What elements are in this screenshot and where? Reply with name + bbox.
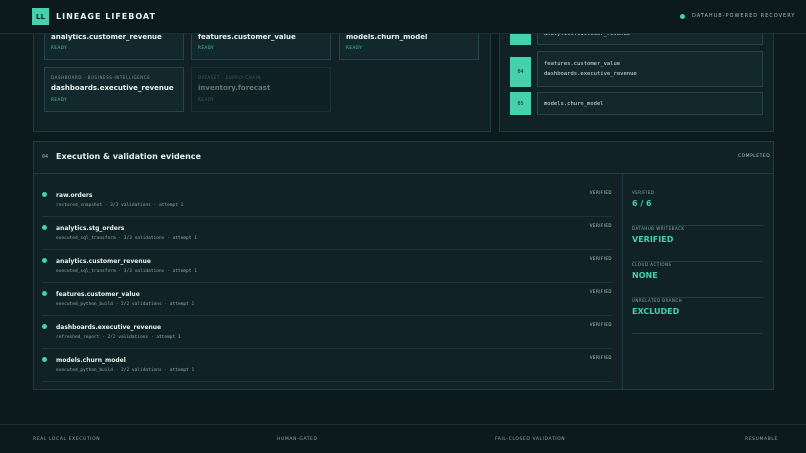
evidence-row[interactable]: analytics.customer_revenue executed_sql_… [42, 250, 612, 283]
asset-meta: DASHBOARD · BUSINESS-INTELLIGENCE [51, 75, 151, 80]
asset-card[interactable]: DASHBOARD · BUSINESS-INTELLIGENCE dashbo… [44, 67, 184, 112]
footer-item: REAL LOCAL EXECUTION [33, 437, 101, 442]
summary-label: VERIFIED [632, 190, 655, 195]
evidence-row[interactable]: dashboards.executive_revenue refreshed_r… [42, 316, 612, 349]
app-logo: LL [32, 8, 49, 25]
summary-label: CLOUD ACTIONS [632, 262, 672, 267]
step-number: 04 [510, 57, 531, 87]
status-indicator-icon [680, 14, 685, 19]
evidence-asset-name: analytics.customer_revenue [56, 258, 151, 265]
header-status: DATAHUB-POWERED RECOVERY [692, 13, 796, 19]
evidence-status: VERIFIED [589, 322, 612, 327]
evidence-asset-name: features.customer_value [56, 291, 140, 298]
step-line: dashboards.executive_revenue [544, 71, 637, 77]
summary-value: NONE [632, 271, 658, 280]
asset-status: READY [51, 45, 68, 50]
step-box: features.customer_value dashboards.execu… [537, 51, 763, 87]
step-number: 05 [510, 92, 531, 115]
summary-value: VERIFIED [632, 235, 674, 244]
summary-cloud-actions: CLOUD ACTIONS NONE [632, 262, 763, 298]
evidence-detail: executed_sql_transform · 3/3 validations… [56, 236, 197, 241]
asset-status: READY [51, 97, 68, 102]
app-title: LINEAGE LIFEBOAT [56, 12, 156, 21]
evidence-status: VERIFIED [589, 289, 612, 294]
summary-verified: VERIFIED 6 / 6 [632, 190, 763, 226]
step-line: features.customer_value [544, 61, 621, 67]
evidence-status: VERIFIED [589, 190, 612, 195]
evidence-detail: refreshed_report · 2/2 validations · att… [56, 335, 181, 340]
summary-value: 6 / 6 [632, 199, 652, 208]
top-bar: LL LINEAGE LIFEBOAT DATAHUB-POWERED RECO… [0, 0, 806, 34]
evidence-asset-name: analytics.stg_orders [56, 225, 125, 232]
status-dot-icon [42, 324, 47, 329]
evidence-status: VERIFIED [589, 355, 612, 360]
evidence-row[interactable]: analytics.stg_orders executed_sql_transf… [42, 217, 612, 250]
evidence-row[interactable]: models.churn_model executed_python_build… [42, 349, 612, 382]
evidence-detail: executed_sql_transform · 3/3 validations… [56, 269, 197, 274]
evidence-asset-name: models.churn_model [56, 357, 126, 364]
asset-name: dashboards.executive_revenue [51, 84, 174, 92]
asset-card-unrelated[interactable]: DATASET · SUPPLY-CHAIN inventory.forecas… [191, 67, 331, 112]
section-status-badge: COMPLETED [738, 154, 771, 159]
asset-status: READY [346, 45, 363, 50]
asset-name: analytics.customer_revenue [51, 33, 162, 41]
step-line: models.churn_model [544, 101, 604, 107]
status-dot-icon [42, 357, 47, 362]
evidence-detail: restored_snapshot · 3/3 validations · at… [56, 203, 184, 208]
summary-writeback: DATAHUB WRITEBACK VERIFIED [632, 226, 763, 262]
evidence-asset-name: dashboards.executive_revenue [56, 324, 162, 331]
asset-name: features.customer_value [198, 33, 296, 41]
status-dot-icon [42, 258, 47, 263]
section-number: 04 [42, 154, 49, 160]
asset-name: inventory.forecast [198, 84, 271, 92]
summary-label: DATAHUB WRITEBACK [632, 226, 685, 231]
evidence-status: VERIFIED [589, 223, 612, 228]
asset-status: READY [198, 97, 215, 102]
section-title: Execution & validation evidence [56, 152, 201, 161]
evidence-row[interactable]: features.customer_value executed_python_… [42, 283, 612, 316]
evidence-detail: executed_python_build · 2/2 validations … [56, 368, 195, 373]
footer: REAL LOCAL EXECUTION HUMAN-GATED FAIL-CL… [0, 424, 806, 453]
asset-status: READY [198, 45, 215, 50]
footer-item: RESUMABLE [745, 437, 778, 442]
summary-value: EXCLUDED [632, 307, 680, 316]
asset-meta: DATASET · SUPPLY-CHAIN [198, 75, 261, 80]
asset-name: models.churn_model [346, 33, 428, 41]
status-dot-icon [42, 291, 47, 296]
footer-item: HUMAN-GATED [277, 437, 318, 442]
status-dot-icon [42, 225, 47, 230]
status-dot-icon [42, 192, 47, 197]
footer-item: FAIL-CLOSED VALIDATION [495, 437, 566, 442]
evidence-asset-name: raw.orders [56, 192, 93, 199]
evidence-detail: executed_python_build · 2/2 validations … [56, 302, 195, 307]
summary-unrelated-branch: UNRELATED BRANCH EXCLUDED [632, 298, 763, 334]
evidence-row[interactable]: raw.orders restored_snapshot · 3/3 valid… [42, 184, 612, 217]
evidence-status: VERIFIED [589, 256, 612, 261]
summary-label: UNRELATED BRANCH [632, 298, 683, 303]
step-box: models.churn_model [537, 92, 763, 115]
